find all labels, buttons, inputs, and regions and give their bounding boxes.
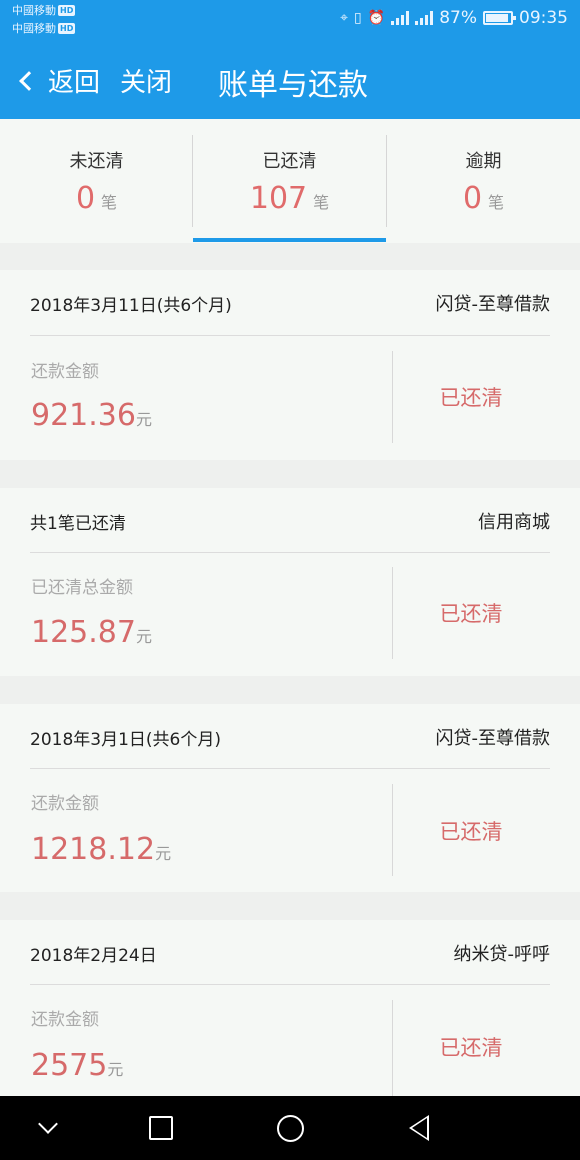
bill-card-header: 2018年3月11日(共6个月) 闪贷-至尊借款 (30, 270, 550, 336)
bill-card-header: 2018年2月24日 纳米贷-呼呼 (30, 920, 550, 985)
system-back-button[interactable] (384, 1096, 454, 1160)
bill-date: 2018年2月24日 (30, 946, 157, 966)
tab-label: 未还清 (69, 151, 124, 172)
back-label: 返回 (48, 68, 101, 98)
amount-value: 921.36 (31, 398, 136, 433)
tab-count: 0笔 (0, 181, 193, 216)
chevron-down-icon (38, 1114, 58, 1134)
tab-count-value: 107 (249, 181, 308, 216)
app-header: 中國移動 HD 中國移動 HD ⌖ ▯ ⏰ 87% 09:35 返回 关闭 账单与还… (0, 0, 580, 119)
tab-unpaid[interactable]: 未还清 0笔 (0, 119, 193, 243)
amount-unit: 元 (107, 1060, 124, 1079)
battery-icon (483, 11, 516, 25)
alarm-icon: ⏰ (367, 10, 386, 26)
amount-value: 125.87 (31, 615, 136, 650)
square-icon (149, 1116, 173, 1140)
tab-count: 0笔 (387, 181, 580, 216)
tab-label: 逾期 (465, 151, 502, 172)
tab-paid[interactable]: 已还清 107 笔 (193, 119, 386, 243)
amount-label: 还款金额 (31, 1010, 99, 1030)
carrier-name-2: 中國移動 (12, 22, 56, 35)
tab-count-unit: 笔 (313, 193, 330, 212)
bill-card-header: 共1笔已还清 信用商城 (30, 488, 550, 553)
bill-amount: 2575元 (31, 1048, 123, 1083)
location-icon: ⌖ (340, 10, 349, 26)
close-button[interactable]: 关闭 (120, 62, 172, 99)
carrier-name-1: 中國移動 (12, 4, 56, 17)
battery-percent: 87% (439, 8, 477, 28)
bill-card[interactable]: 共1笔已还清 信用商城 已还清总金额 125.87元 已还清 (0, 488, 580, 676)
bill-date: 共1笔已还清 (30, 514, 126, 534)
bill-product: 闪贷-至尊借款 (435, 728, 551, 749)
amount-value: 2575 (31, 1048, 108, 1083)
bill-card[interactable]: 2018年2月24日 纳米贷-呼呼 还款金额 2575元 已还清 (0, 920, 580, 1096)
tab-label: 已还清 (262, 151, 317, 172)
chevron-left-icon (19, 70, 39, 91)
hd-badge-1: HD (58, 5, 76, 16)
bill-status: 已还清 (439, 1036, 503, 1060)
bill-product: 纳米贷-呼呼 (453, 944, 551, 965)
back-button[interactable]: 返回 (16, 62, 100, 99)
page-title: 账单与还款 (218, 68, 368, 103)
bill-date: 2018年3月11日(共6个月) (30, 296, 232, 316)
tab-count-value: 0 (462, 181, 483, 216)
active-tab-indicator (193, 238, 386, 242)
tab-count-value: 0 (75, 181, 96, 216)
status-bar: 中國移動 HD 中國移動 HD ⌖ ▯ ⏰ 87% 09:35 (0, 0, 580, 40)
tab-count: 107 笔 (193, 181, 386, 216)
bill-status: 已还清 (439, 602, 503, 626)
amount-unit: 元 (135, 410, 152, 429)
nav-bar: 返回 关闭 账单与还款 (0, 55, 580, 105)
carrier-info: 中國移動 HD 中國移動 HD (12, 2, 76, 38)
bill-product: 信用商城 (478, 512, 550, 533)
vibrate-icon: ▯ (354, 10, 362, 26)
bill-amount: 921.36元 (31, 398, 152, 433)
amount-unit: 元 (135, 627, 152, 646)
signal-icon-2 (415, 11, 434, 25)
amount-label: 已还清总金额 (31, 578, 133, 598)
amount-unit: 元 (155, 844, 172, 863)
signal-icon (391, 11, 410, 25)
bill-amount: 1218.12元 (31, 832, 171, 867)
hd-badge-2: HD (58, 23, 76, 34)
hide-keyboard-button[interactable] (13, 1096, 83, 1160)
status-icons: ⌖ ▯ ⏰ 87% 09:35 (340, 8, 568, 28)
amount-value: 1218.12 (31, 832, 156, 867)
tab-overdue[interactable]: 逾期 0笔 (387, 119, 580, 243)
status-tabs: 未还清 0笔 已还清 107 笔 逾期 0笔 (0, 119, 580, 243)
bill-product: 闪贷-至尊借款 (435, 294, 551, 315)
amount-label: 还款金额 (31, 794, 99, 814)
bill-amount: 125.87元 (31, 615, 152, 650)
bill-status: 已还清 (439, 386, 503, 410)
bill-date: 2018年3月1日(共6个月) (30, 730, 221, 750)
triangle-back-icon (409, 1115, 429, 1141)
tab-count-unit: 笔 (488, 193, 505, 212)
bill-card[interactable]: 2018年3月1日(共6个月) 闪贷-至尊借款 还款金额 1218.12元 已还… (0, 704, 580, 892)
tab-count-unit: 笔 (101, 193, 118, 212)
bill-card[interactable]: 2018年3月11日(共6个月) 闪贷-至尊借款 还款金额 921.36元 已还… (0, 270, 580, 460)
home-button[interactable] (255, 1096, 325, 1160)
bill-status: 已还清 (439, 820, 503, 844)
recents-button[interactable] (126, 1096, 196, 1160)
system-nav-bar (0, 1096, 580, 1160)
bill-card-header: 2018年3月1日(共6个月) 闪贷-至尊借款 (30, 704, 550, 769)
circle-icon (276, 1114, 304, 1142)
amount-label: 还款金额 (31, 362, 99, 382)
status-time: 09:35 (519, 8, 568, 28)
